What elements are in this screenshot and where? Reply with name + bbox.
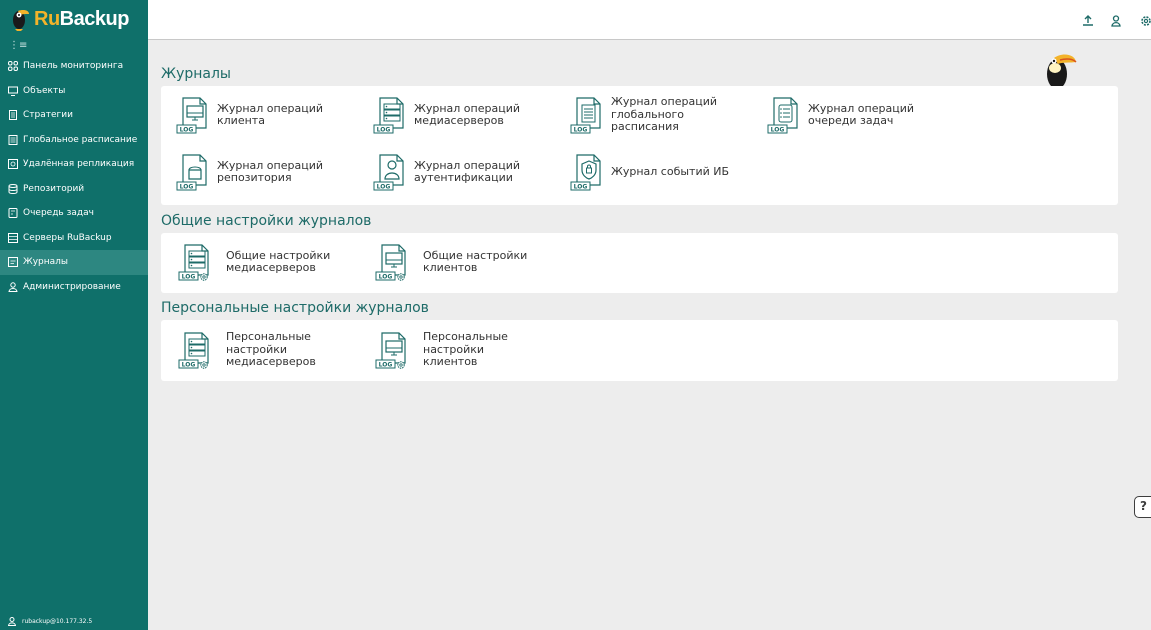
svg-text:LOG: LOG [771,127,785,134]
client-personal-settings-icon: LOG [373,330,409,370]
client-log-icon: LOG [174,95,210,135]
sidebar-item-queue[interactable]: Очередь задач [0,201,148,226]
section-title-general-settings: Общие настройки журналов [161,213,372,229]
tile-label: Персональные настройки медиасерверов [226,330,316,369]
svg-text:LOG: LOG [379,274,393,281]
settings-icon[interactable] [1140,15,1151,27]
toucan-mascot-icon [1047,54,1077,89]
upload-icon[interactable] [1082,15,1094,27]
user-icon [8,617,16,626]
sidebar-item-replication[interactable]: Удалённая репликация [0,152,148,177]
section-title-logs: Журналы [161,66,231,82]
sidebar-item-database[interactable]: Репозиторий [0,177,148,202]
log-icon [8,257,18,268]
sidebar-collapse-icon[interactable]: ⋮≡ [0,38,148,54]
tile-personal-client-settings[interactable]: LOG Персональные настройки клиентов [373,330,508,370]
logo: RuBackup [0,0,148,38]
sidebar-item-label: Серверы RuBackup [23,232,112,243]
sidebar-item-label: Очередь задач [23,208,94,219]
calendar-icon [8,134,18,145]
svg-text:LOG: LOG [182,362,196,369]
svg-text:LOG: LOG [377,184,391,191]
svg-text:LOG: LOG [379,362,393,369]
sidebar-item-label: Панель мониторинга [23,61,124,72]
mediaserver-log-icon: LOG [371,95,407,135]
user-icon [8,282,18,292]
queue-icon [8,208,18,219]
section-title-personal-settings: Персональные настройки журналов [161,300,429,316]
server-icon [8,232,18,243]
tile-label: Журнал операций глобального расписания [611,95,717,134]
logs-card: LOG Журнал операций клиента LOG Журнал опе… [161,86,1118,205]
tile-schedule-log[interactable]: LOG Журнал операций глобального расписани… [568,95,717,135]
sidebar-item-monitor[interactable]: Объекты [0,79,148,104]
svg-text:LOG: LOG [182,274,196,281]
monitor-icon [8,86,18,96]
mediaserver-settings-icon: LOG [176,242,212,282]
tile-mediaserver-log[interactable]: LOG Журнал операций медиасерверов [371,95,520,135]
svg-text:LOG: LOG [574,184,588,191]
mediaserver-personal-settings-icon: LOG [176,330,212,370]
topbar [148,0,1151,40]
current-user[interactable]: rubackup@10.177.32.5 [8,617,92,626]
sidebar-item-label: Объекты [23,85,66,96]
user-name: rubackup@10.177.32.5 [22,618,93,625]
sidebar-item-user[interactable]: Администрирование [0,275,148,300]
tile-label: Персональные настройки клиентов [423,330,508,369]
personal-settings-card: LOG Персональные настройки медиасерверов … [161,320,1118,381]
tile-label: Журнал операций репозитория [217,158,323,184]
tile-queue-log[interactable]: LOG Журнал операций очереди задач [765,95,914,135]
help-button[interactable]: ? [1134,496,1151,518]
tile-label: Общие настройки медиасерверов [226,248,331,274]
database-icon [8,183,18,194]
toucan-logo-icon [13,10,29,31]
svg-text:LOG: LOG [574,127,588,134]
logo-text: RuBackup [34,7,129,30]
document-icon [8,110,18,121]
tile-repository-log[interactable]: LOG Журнал операций репозитория [174,152,323,192]
sidebar-item-label: Стратегии [23,110,73,121]
tile-auth-log[interactable]: LOG Журнал операций аутентификации [371,152,520,192]
sidebar-item-log[interactable]: Журналы [0,250,148,275]
sidebar-item-document[interactable]: Стратегии [0,103,148,128]
user-icon[interactable] [1110,15,1122,27]
tile-general-client-settings[interactable]: LOG Общие настройки клиентов [373,242,527,282]
sidebar-item-label: Глобальное расписание [23,134,138,145]
tile-label: Общие настройки клиентов [423,248,528,274]
tile-personal-mediaserver-settings[interactable]: LOG Персональные настройки медиасерверов [176,330,316,370]
svg-text:LOG: LOG [180,184,194,191]
sidebar-item-dashboard[interactable]: Панель мониторинга [0,54,148,79]
client-settings-icon: LOG [373,242,409,282]
sidebar-item-label: Администрирование [23,281,121,292]
repository-log-icon: LOG [174,152,210,192]
svg-text:LOG: LOG [377,127,391,134]
tile-general-mediaserver-settings[interactable]: LOG Общие настройки медиасерверов [176,242,330,282]
tile-label: Журнал операций медиасерверов [414,101,520,127]
tile-label: Журнал событий ИБ [611,164,730,178]
replication-icon [8,159,18,170]
auth-log-icon: LOG [371,152,407,192]
sidebar-item-label: Репозиторий [23,183,85,194]
sidebar-item-label: Удалённая репликация [23,159,135,170]
tile-label: Журнал операций очереди задач [808,101,914,127]
tile-client-log[interactable]: LOG Журнал операций клиента [174,95,323,135]
schedule-log-icon: LOG [568,95,604,135]
general-settings-card: LOG Общие настройки медиасерверов LOG Общи… [161,233,1118,293]
sidebar-item-server[interactable]: Серверы RuBackup [0,226,148,251]
tile-label: Журнал операций аутентификации [414,158,520,184]
tile-security-log[interactable]: LOG Журнал событий ИБ [568,152,729,192]
security-log-icon: LOG [568,152,604,192]
svg-text:LOG: LOG [180,127,194,134]
queue-log-icon: LOG [765,95,801,135]
sidebar-item-label: Журналы [23,257,68,268]
tile-label: Журнал операций клиента [217,101,323,127]
dashboard-icon [8,61,18,72]
sidebar: RuBackup ⋮≡ Панель мониторинга Объекты Стр… [0,0,148,630]
sidebar-item-calendar[interactable]: Глобальное расписание [0,128,148,153]
